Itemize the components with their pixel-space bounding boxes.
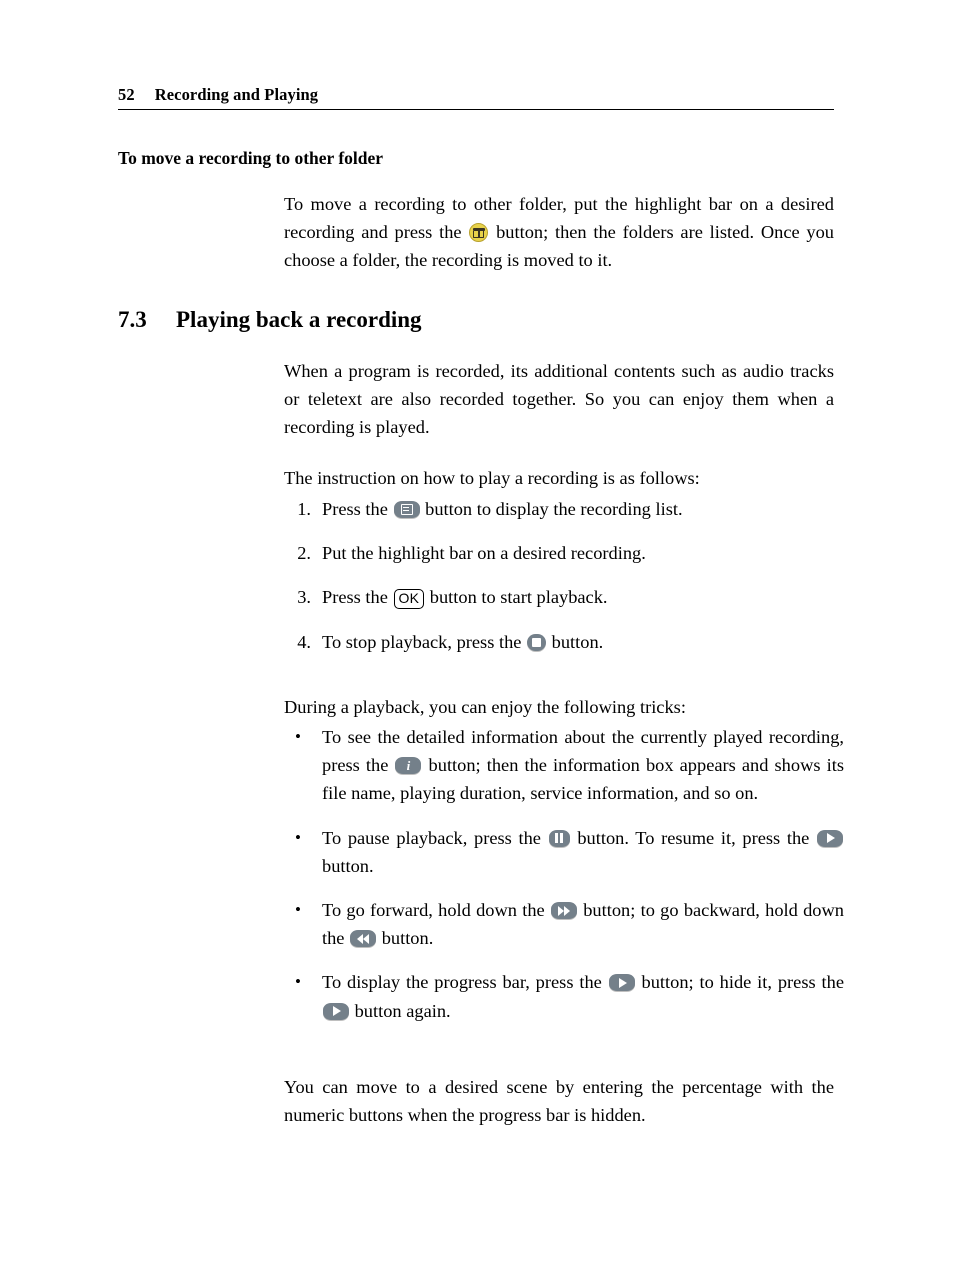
step-text-before: To stop playback, press the <box>322 631 522 652</box>
info-letter-glyph: i <box>406 758 411 774</box>
trick-text-part2: button; to hide it, press the <box>641 972 844 993</box>
trick-text-part3: button again. <box>354 1000 451 1021</box>
archive-button-icon <box>469 223 489 243</box>
trick-text-part1: To pause playback, press the <box>322 827 541 848</box>
bullet-marker: • <box>295 972 301 992</box>
list-item: • To pause playback, press the button. T… <box>284 824 844 880</box>
subheading-move-recording: To move a recording to other folder <box>118 148 384 168</box>
intro-paragraph: To move a recording to other folder, put… <box>284 190 834 275</box>
trick-text: To go forward, hold down the button; to … <box>322 896 844 952</box>
trick-text: To see the detailed information about th… <box>322 723 844 808</box>
play-triangle-glyph <box>618 977 627 988</box>
play-glyph-wrap <box>609 974 635 991</box>
info-glyph-wrap: i <box>395 757 421 774</box>
fast-forward-button-icon <box>550 902 577 920</box>
header-rule <box>118 109 834 110</box>
play-glyph-wrap <box>817 830 843 847</box>
trick-text-part2: button. To resume it, press the <box>577 827 810 848</box>
pause-button-icon <box>548 829 570 847</box>
play-button-icon <box>817 829 844 847</box>
step-text: Press the button to display the recordin… <box>322 495 844 523</box>
list-item: 4. To stop playback, press the button. <box>284 628 844 656</box>
pause-bar-left <box>554 833 558 844</box>
section-paragraph-1: When a program is recorded, its addition… <box>284 357 834 442</box>
playback-steps-list: 1. Press the button to display the recor… <box>284 495 844 656</box>
playback-tricks-list: • To see the detailed information about … <box>284 723 844 1025</box>
play-triangle-glyph <box>827 833 836 844</box>
pause-bar-right <box>560 833 564 844</box>
list-item: 1. Press the button to display the recor… <box>284 495 844 523</box>
document-page: 52 Recording and Playing To move a recor… <box>0 0 954 1272</box>
header-title: Recording and Playing <box>154 85 319 104</box>
play-button-icon <box>608 974 635 992</box>
bullet-marker: • <box>295 727 301 746</box>
ff-triangle-2 <box>563 905 570 916</box>
play-glyph-wrap <box>323 1003 349 1020</box>
step-text-after: button to display the recording list. <box>425 499 683 519</box>
list-item: • To see the detailed information about … <box>284 723 844 808</box>
step-marker: 3. <box>297 587 311 608</box>
step-text: To stop playback, press the button. <box>322 628 844 656</box>
list-button-icon <box>393 501 420 518</box>
step-marker: 1. <box>297 499 311 519</box>
step-text-after: button to start playback. <box>429 587 608 608</box>
list-item: 3. Press the OK button to start playback… <box>284 583 844 611</box>
header-line: 52 Recording and Playing <box>118 85 834 105</box>
section-heading: 7.3 Playing back a recording <box>118 307 422 333</box>
list-item: • To go forward, hold down the button; t… <box>284 896 844 952</box>
closing-paragraph: You can move to a desired scene by enter… <box>284 1073 834 1129</box>
section-title: Playing back a recording <box>176 307 422 332</box>
rewind-button-icon <box>350 930 377 948</box>
step-text-before: Press the <box>322 587 388 608</box>
list-item: • To display the progress bar, press the… <box>284 968 844 1024</box>
fast-forward-glyph-wrap <box>551 902 577 919</box>
pause-glyph-wrap <box>549 830 570 847</box>
trick-text-part1: To display the progress bar, press the <box>322 972 602 993</box>
trick-text: To display the progress bar, press the b… <box>322 968 844 1024</box>
step-text-after: button. <box>551 631 604 652</box>
step-text-before: Press the <box>322 499 388 519</box>
rw-triangle-2 <box>363 933 370 944</box>
info-button-icon: i <box>395 757 422 775</box>
step-marker: 2. <box>297 543 311 564</box>
step-marker: 4. <box>297 631 311 652</box>
step-text: Put the highlight bar on a desired recor… <box>322 543 646 564</box>
section-number: 7.3 <box>118 307 147 332</box>
tricks-intro-text: During a playback, you can enjoy the fol… <box>284 697 686 718</box>
trick-text: To pause playback, press the button. To … <box>322 824 844 880</box>
list-glyph-wrap <box>394 501 420 518</box>
bullet-marker: • <box>295 827 301 847</box>
stop-square-glyph <box>532 637 542 647</box>
page-number: 52 <box>118 85 135 104</box>
closing-paragraph-text: You can move to a desired scene by enter… <box>284 1077 834 1126</box>
play-triangle-glyph <box>333 1006 341 1017</box>
step-text: Press the OK button to start playback. <box>322 583 844 611</box>
ok-button-key: OK <box>393 589 425 610</box>
archive-glyph-wrap <box>470 224 487 241</box>
bullet-marker: • <box>295 900 301 920</box>
archive-glyph <box>472 227 485 238</box>
trick-text-part3: button. <box>322 855 374 876</box>
paragraph-instruction-intro: The instruction on how to play a recordi… <box>284 468 700 489</box>
page-header: 52 Recording and Playing <box>118 85 834 110</box>
trick-text-part1: To go forward, hold down the <box>322 900 545 921</box>
archive-divider <box>478 231 480 238</box>
play-button-icon <box>323 1002 349 1020</box>
stop-button-icon <box>527 633 547 651</box>
list-glyph <box>400 504 413 515</box>
trick-text-part3: button. <box>381 928 434 949</box>
rewind-glyph-wrap <box>350 930 376 947</box>
list-item: 2. Put the highlight bar on a desired re… <box>284 539 844 567</box>
paragraph-recorded-contents: When a program is recorded, its addition… <box>284 361 834 438</box>
stop-glyph-wrap <box>527 634 546 651</box>
